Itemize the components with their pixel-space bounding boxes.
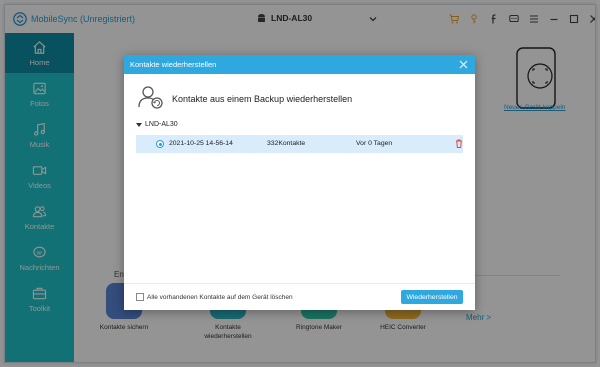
- checkbox-box[interactable]: [136, 293, 144, 301]
- backup-age: Vor 0 Tagen: [356, 140, 393, 147]
- device-node-label: LND-AL30: [145, 121, 178, 128]
- dialog-heading: Kontakte aus einem Backup wiederherstell…: [172, 94, 353, 104]
- device-tree-node[interactable]: LND-AL30: [136, 121, 178, 128]
- delete-existing-checkbox[interactable]: Alle vorhandenen Kontakte auf dem Gerät …: [136, 293, 293, 301]
- restore-contacts-dialog: Kontakte wiederherstellen Kontakte aus e…: [124, 55, 475, 310]
- checkbox-label: Alle vorhandenen Kontakte auf dem Gerät …: [147, 293, 293, 301]
- restore-button[interactable]: Wiederherstellen: [401, 290, 463, 304]
- contacts-restore-icon: [138, 86, 163, 109]
- dialog-footer-divider: [124, 283, 475, 284]
- trash-icon[interactable]: [455, 139, 463, 148]
- dialog-header: Kontakte wiederherstellen: [124, 55, 475, 74]
- dialog-title: Kontakte wiederherstellen: [130, 60, 217, 69]
- backup-count: 332Kontakte: [267, 140, 306, 147]
- backup-date: 2021-10-25 14-56-14: [169, 140, 233, 147]
- close-icon[interactable]: [458, 59, 469, 70]
- backup-radio[interactable]: [156, 140, 164, 148]
- caret-down-icon[interactable]: [136, 122, 142, 127]
- backup-row[interactable]: 2021-10-25 14-56-14 332Kontakte Vor 0 Ta…: [136, 135, 463, 153]
